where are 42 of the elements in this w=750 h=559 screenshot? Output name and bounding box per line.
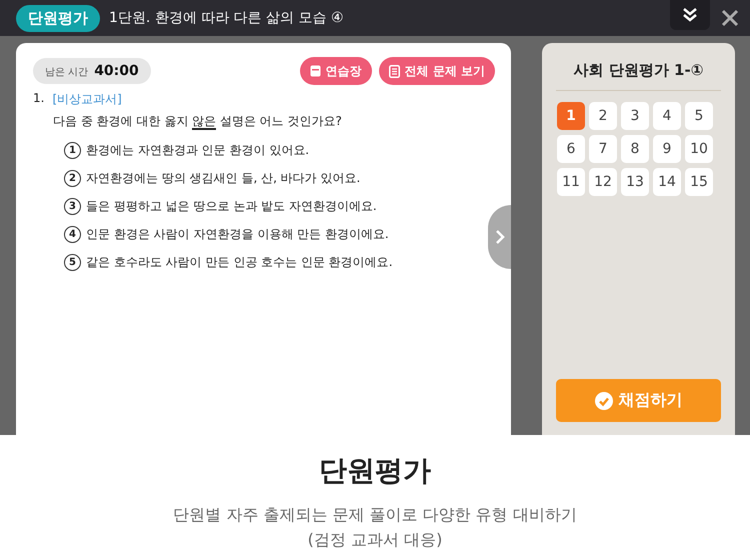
- choice-text[interactable]: 자연환경에는 땅의 생김새인 들, 산, 바다가 있어요.: [86, 170, 360, 187]
- question-text: 다음 중 환경에 대한 옳지 않은 설명은 어느 것인가요?: [53, 113, 343, 130]
- question-number-button[interactable]: 13: [621, 168, 649, 196]
- choice-number[interactable]: 2: [64, 170, 81, 187]
- lesson-title: 1단원. 환경에 따라 다른 삶의 모습 ④: [109, 9, 344, 27]
- notebook-icon: [310, 65, 321, 77]
- question-number-button[interactable]: 4: [653, 102, 681, 130]
- question-number-button[interactable]: 15: [685, 168, 713, 196]
- question-number-button[interactable]: 6: [557, 135, 585, 163]
- question-number-button[interactable]: 14: [653, 168, 681, 196]
- section-title: 단원평가: [319, 453, 431, 489]
- choice-text[interactable]: 같은 호수라도 사람이 만든 인공 호수는 인문 환경이에요.: [86, 254, 393, 271]
- choice-number[interactable]: 5: [64, 254, 81, 271]
- description-text: (검정 교과서 대응): [308, 529, 442, 551]
- choice-text[interactable]: 들은 평평하고 넓은 땅으로 논과 밭도 자연환경이에요.: [86, 198, 377, 215]
- check-circle-icon: [594, 392, 612, 410]
- timer-label: 남은 시간: [45, 66, 88, 79]
- question-number-button[interactable]: 5: [685, 102, 713, 130]
- timer-value: 40:00: [94, 63, 139, 79]
- question-number-button[interactable]: 2: [589, 102, 617, 130]
- close-icon: [721, 9, 739, 27]
- collapse-button[interactable]: [670, 0, 710, 30]
- panel-title: 사회 단원평가 1-①: [556, 61, 721, 91]
- list-icon: [388, 64, 400, 78]
- header-badge: 단원평가: [16, 4, 100, 32]
- question-source: [비상교과서]: [52, 91, 122, 108]
- question-number-button[interactable]: 11: [557, 168, 585, 196]
- question-number-button[interactable]: 9: [653, 135, 681, 163]
- question-number-button[interactable]: 10: [685, 135, 713, 163]
- chevron-right-icon: [494, 229, 504, 245]
- double-chevron-icon: [682, 7, 698, 23]
- question-number-button[interactable]: 7: [589, 135, 617, 163]
- choice-text[interactable]: 환경에는 자연환경과 인문 환경이 있어요.: [86, 142, 310, 159]
- choice-number[interactable]: 3: [64, 198, 81, 215]
- question-number-button[interactable]: 3: [621, 102, 649, 130]
- description-text: 단원별 자주 출제되는 문제 풀이로 다양한 유형 대비하기: [173, 504, 577, 526]
- question-number-button[interactable]: 8: [621, 135, 649, 163]
- question-number: 1.: [33, 91, 44, 107]
- choice-text[interactable]: 인문 환경은 사람이 자연환경을 이용해 만든 환경이에요.: [86, 226, 389, 243]
- choice-number[interactable]: 4: [64, 226, 81, 243]
- choice-number[interactable]: 1: [64, 142, 81, 159]
- question-number-button[interactable]: 12: [589, 168, 617, 196]
